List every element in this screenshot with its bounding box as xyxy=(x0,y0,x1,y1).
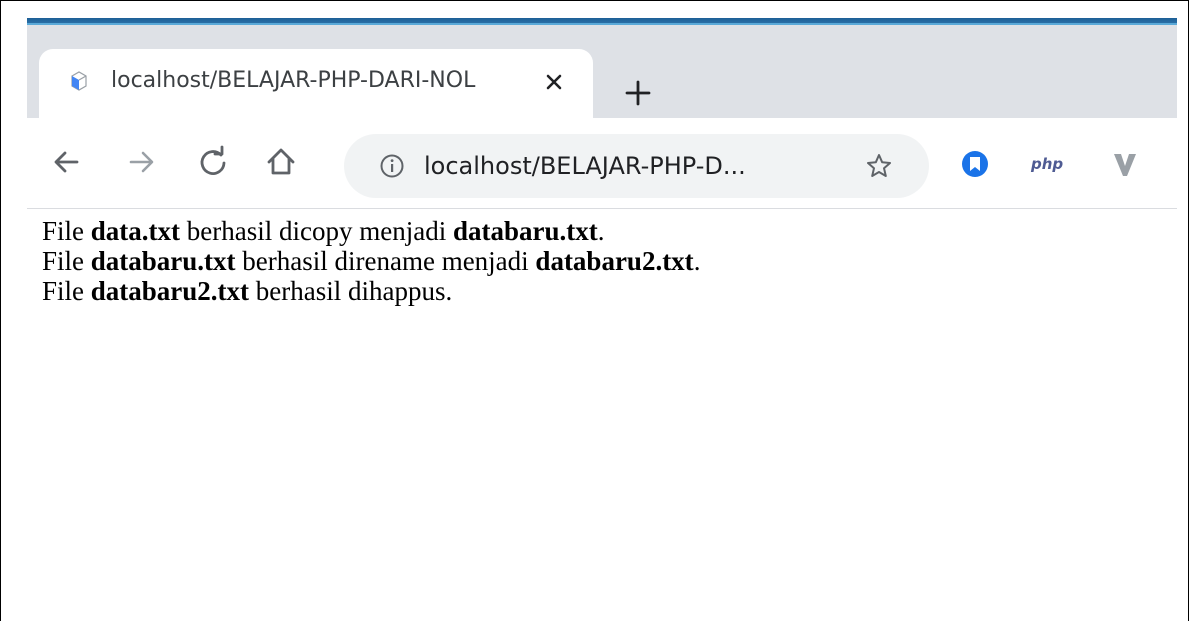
message-line: File data.txt berhasil dicopy menjadi da… xyxy=(42,216,605,246)
browser-toolbar: localhost/BELAJAR-PHP-D... php xyxy=(27,118,1177,209)
info-icon[interactable] xyxy=(378,152,406,180)
filename: databaru2.txt xyxy=(535,246,694,276)
filename: data.txt xyxy=(90,216,181,246)
browser-window: localhost/BELAJAR-PHP-DARI-NOL localhost… xyxy=(27,18,1177,622)
back-arrow-icon[interactable] xyxy=(45,140,89,184)
screenshot-frame: localhost/BELAJAR-PHP-DARI-NOL localhost… xyxy=(0,0,1189,622)
blue-bookmark-extension-icon[interactable] xyxy=(957,146,993,182)
tab-active[interactable]: localhost/BELAJAR-PHP-DARI-NOL xyxy=(39,49,593,125)
address-bar[interactable]: localhost/BELAJAR-PHP-D... xyxy=(344,134,929,198)
message-line: File databaru.txt berhasil direname menj… xyxy=(42,246,701,276)
page-content: File data.txt berhasil dicopy menjadi da… xyxy=(42,216,700,306)
reload-icon[interactable] xyxy=(191,140,235,184)
forward-arrow-icon[interactable] xyxy=(119,140,163,184)
filename: databaru.txt xyxy=(452,216,598,246)
star-icon[interactable] xyxy=(864,151,894,181)
home-icon[interactable] xyxy=(259,140,303,184)
close-icon[interactable] xyxy=(539,67,569,97)
window-top-accent xyxy=(27,18,1177,25)
address-url[interactable]: localhost/BELAJAR-PHP-D... xyxy=(424,134,746,198)
page-cube-icon xyxy=(71,71,87,91)
v-logo-extension-icon[interactable] xyxy=(1107,146,1143,182)
filename: databaru2.txt xyxy=(90,276,250,306)
plus-icon[interactable] xyxy=(613,73,663,113)
filename: databaru.txt xyxy=(90,246,236,276)
tab-strip: localhost/BELAJAR-PHP-DARI-NOL xyxy=(27,25,1177,125)
message-line: File databaru2.txt berhasil dihappus. xyxy=(42,276,453,306)
php-extension-icon[interactable]: php xyxy=(1031,146,1077,182)
tab-title: localhost/BELAJAR-PHP-DARI-NOL xyxy=(111,68,476,93)
